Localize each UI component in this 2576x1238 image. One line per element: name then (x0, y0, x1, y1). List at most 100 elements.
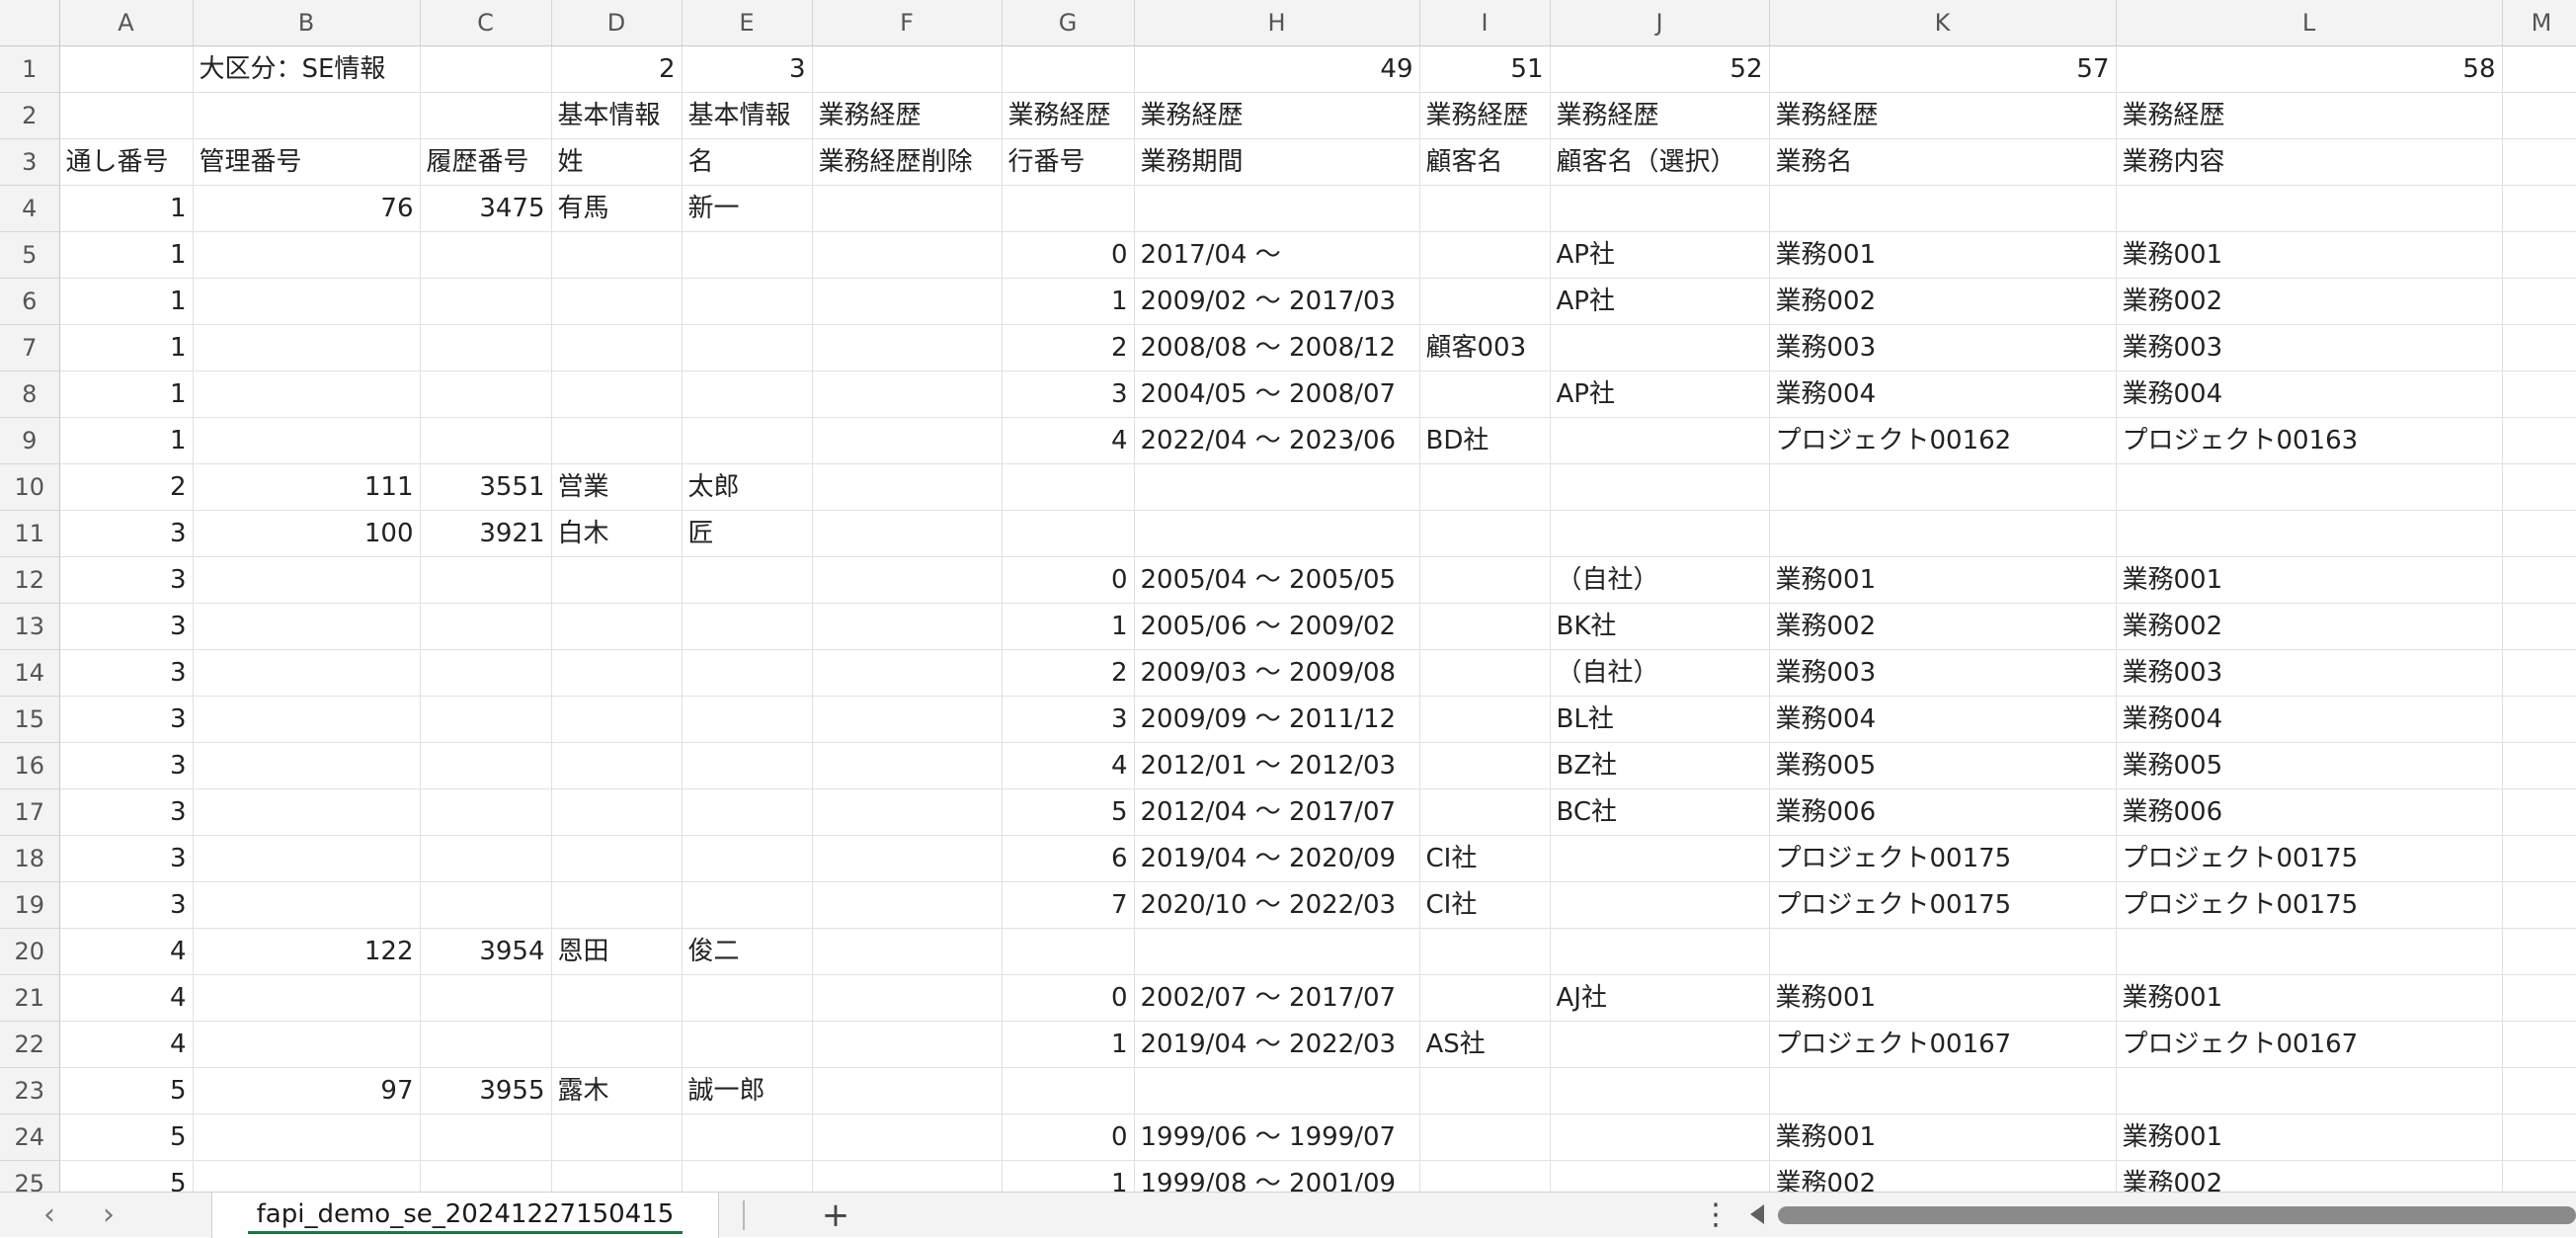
row-header[interactable]: 15 (0, 696, 60, 743)
cell-j3[interactable]: 顧客名（選択） (1550, 138, 1770, 186)
cell-e17[interactable] (682, 788, 813, 836)
cell-i1[interactable]: 51 (1419, 45, 1551, 93)
cell-d17[interactable] (551, 788, 683, 836)
cell-f1[interactable] (812, 45, 1003, 93)
cell-a8[interactable]: 1 (59, 371, 194, 418)
cell-b14[interactable] (193, 649, 421, 697)
cell-m19[interactable] (2502, 881, 2576, 929)
cell-g10[interactable] (1002, 463, 1135, 511)
cell-j23[interactable] (1550, 1067, 1770, 1114)
cell-e2[interactable]: 基本情報 (682, 92, 813, 139)
cell-f16[interactable] (812, 742, 1003, 789)
cell-d15[interactable] (551, 696, 683, 743)
cell-f10[interactable] (812, 463, 1003, 511)
select-all-corner[interactable] (0, 0, 60, 46)
cell-d10[interactable]: 営業 (551, 463, 683, 511)
next-sheet-icon[interactable]: › (89, 1198, 128, 1232)
cell-d2[interactable]: 基本情報 (551, 92, 683, 139)
cell-a4[interactable]: 1 (59, 185, 194, 232)
cell-e21[interactable] (682, 974, 813, 1022)
row-header[interactable]: 25 (0, 1160, 60, 1192)
cell-e18[interactable] (682, 835, 813, 882)
cell-d21[interactable] (551, 974, 683, 1022)
horizontal-scrollbar[interactable] (1778, 1206, 2576, 1224)
cell-l3[interactable]: 業務内容 (2116, 138, 2503, 186)
cell-m14[interactable] (2502, 649, 2576, 697)
cell-g3[interactable]: 行番号 (1002, 138, 1135, 186)
cell-a10[interactable]: 2 (59, 463, 194, 511)
cell-e24[interactable] (682, 1114, 813, 1161)
row-header[interactable]: 24 (0, 1114, 60, 1161)
cell-k7[interactable]: 業務003 (1769, 324, 2117, 371)
cell-c9[interactable] (420, 417, 552, 464)
cell-k12[interactable]: 業務001 (1769, 556, 2117, 604)
row-header[interactable]: 21 (0, 974, 60, 1022)
cell-c10[interactable]: 3551 (420, 463, 552, 511)
cell-l22[interactable]: プロジェクト00167 (2116, 1021, 2503, 1068)
column-header-j[interactable]: J (1550, 0, 1770, 46)
row-header[interactable]: 22 (0, 1021, 60, 1068)
cell-j6[interactable]: AP社 (1550, 278, 1770, 325)
cell-m13[interactable] (2502, 603, 2576, 650)
cell-h13[interactable]: 2005/06 ～ 2009/02 (1134, 603, 1420, 650)
cell-j16[interactable]: BZ社 (1550, 742, 1770, 789)
cell-c25[interactable] (420, 1160, 552, 1192)
row-header[interactable]: 14 (0, 649, 60, 697)
row-header[interactable]: 9 (0, 417, 60, 464)
cell-a17[interactable]: 3 (59, 788, 194, 836)
cell-k1[interactable]: 57 (1769, 45, 2117, 93)
cell-m24[interactable] (2502, 1114, 2576, 1161)
cell-e20[interactable]: 俊二 (682, 928, 813, 975)
cell-e8[interactable] (682, 371, 813, 418)
cell-b1[interactable]: 大区分：SE情報 (193, 45, 421, 93)
cell-g12[interactable]: 0 (1002, 556, 1135, 604)
cell-l8[interactable]: 業務004 (2116, 371, 2503, 418)
cell-l24[interactable]: 業務001 (2116, 1114, 2503, 1161)
cell-m25[interactable] (2502, 1160, 2576, 1192)
row-header[interactable]: 8 (0, 371, 60, 418)
cell-e25[interactable] (682, 1160, 813, 1192)
cell-l17[interactable]: 業務006 (2116, 788, 2503, 836)
cell-f23[interactable] (812, 1067, 1003, 1114)
column-header-d[interactable]: D (551, 0, 683, 46)
cell-k24[interactable]: 業務001 (1769, 1114, 2117, 1161)
cell-a3[interactable]: 通し番号 (59, 138, 194, 186)
cell-b5[interactable] (193, 231, 421, 279)
cell-i24[interactable] (1419, 1114, 1551, 1161)
cell-g11[interactable] (1002, 510, 1135, 557)
cell-h1[interactable]: 49 (1134, 45, 1420, 93)
cell-l5[interactable]: 業務001 (2116, 231, 2503, 279)
cell-m8[interactable] (2502, 371, 2576, 418)
cell-d19[interactable] (551, 881, 683, 929)
cell-c6[interactable] (420, 278, 552, 325)
cell-k4[interactable] (1769, 185, 2117, 232)
cell-c17[interactable] (420, 788, 552, 836)
cell-j5[interactable]: AP社 (1550, 231, 1770, 279)
cell-m16[interactable] (2502, 742, 2576, 789)
cell-g23[interactable] (1002, 1067, 1135, 1114)
cell-j20[interactable] (1550, 928, 1770, 975)
cell-e23[interactable]: 誠一郎 (682, 1067, 813, 1114)
cell-d22[interactable] (551, 1021, 683, 1068)
cell-l21[interactable]: 業務001 (2116, 974, 2503, 1022)
cell-h6[interactable]: 2009/02 ～ 2017/03 (1134, 278, 1420, 325)
column-header-c[interactable]: C (420, 0, 552, 46)
cell-f11[interactable] (812, 510, 1003, 557)
spreadsheet-grid[interactable]: ABCDEFGHIJKLM 1 大区分：SE情報 2 3 49 51 52 57 58 2 基本情報… (0, 0, 2576, 1192)
cell-k25[interactable]: 業務002 (1769, 1160, 2117, 1192)
cell-i5[interactable] (1419, 231, 1551, 279)
cell-k17[interactable]: 業務006 (1769, 788, 2117, 836)
cell-l23[interactable] (2116, 1067, 2503, 1114)
cell-k6[interactable]: 業務002 (1769, 278, 2117, 325)
row-header[interactable]: 11 (0, 510, 60, 557)
cell-a6[interactable]: 1 (59, 278, 194, 325)
cell-f9[interactable] (812, 417, 1003, 464)
cell-i19[interactable]: CI社 (1419, 881, 1551, 929)
cell-b4[interactable]: 76 (193, 185, 421, 232)
cell-m4[interactable] (2502, 185, 2576, 232)
cell-f21[interactable] (812, 974, 1003, 1022)
cell-d5[interactable] (551, 231, 683, 279)
cell-j8[interactable]: AP社 (1550, 371, 1770, 418)
cell-l12[interactable]: 業務001 (2116, 556, 2503, 604)
cell-a12[interactable]: 3 (59, 556, 194, 604)
